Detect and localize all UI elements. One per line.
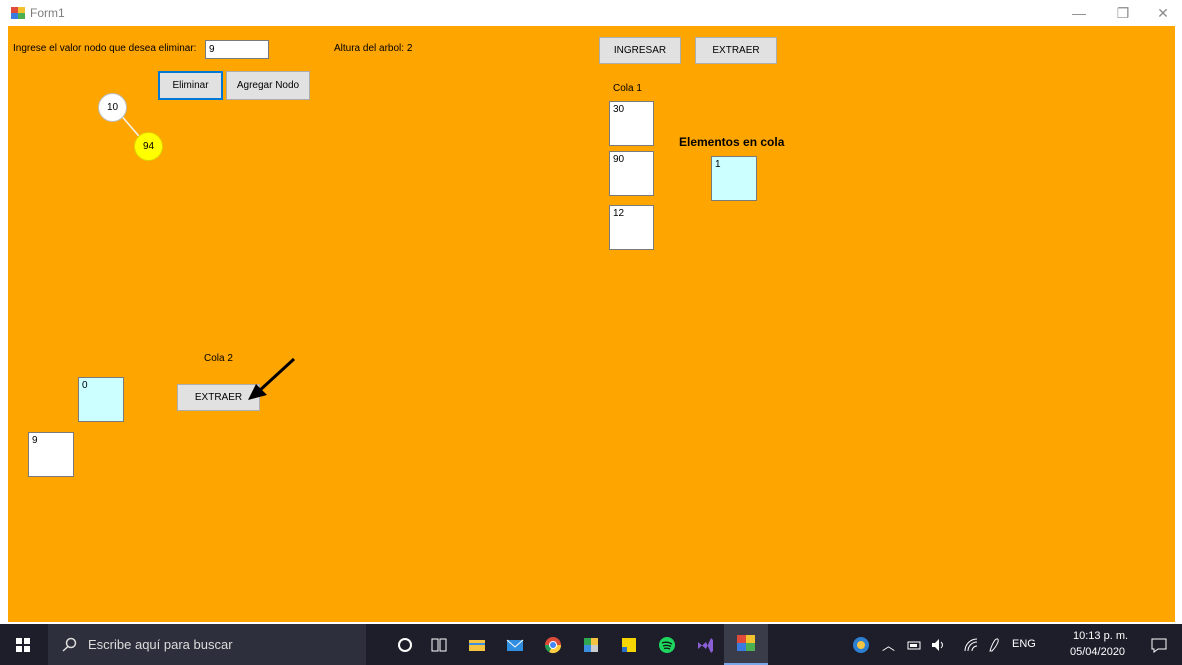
form-client-area: Ingrese el valor nodo que desea eliminar… xyxy=(8,26,1175,622)
cola1-item: 12 xyxy=(609,205,654,250)
spotify-icon[interactable] xyxy=(658,636,676,654)
windows-start-icon[interactable] xyxy=(16,638,30,652)
notifications-icon[interactable] xyxy=(1150,636,1168,654)
taskbar: Escribe aquí para buscar ︿ ENG 10:13 p. … xyxy=(0,624,1182,665)
visual-studio-icon[interactable] xyxy=(696,636,714,654)
chevron-up-icon[interactable]: ︿ xyxy=(882,635,895,654)
battery-icon[interactable] xyxy=(906,636,924,654)
minimize-button[interactable]: — xyxy=(1056,0,1102,26)
tree-node[interactable]: 10 xyxy=(98,93,127,122)
volume-icon[interactable] xyxy=(930,636,948,654)
clock-time[interactable]: 10:13 p. m. xyxy=(1073,630,1128,642)
delete-value-input[interactable] xyxy=(205,40,269,59)
cola1-item: 90 xyxy=(609,151,654,196)
window-title: Form1 xyxy=(30,6,65,20)
search-icon xyxy=(62,637,77,652)
task-view-icon[interactable] xyxy=(430,636,448,654)
wifi-icon[interactable] xyxy=(962,636,980,654)
cola1-item: 30 xyxy=(609,101,654,146)
cola2-label: Cola 2 xyxy=(204,353,233,364)
search-placeholder: Escribe aquí para buscar xyxy=(88,637,233,652)
cola1-label: Cola 1 xyxy=(613,83,642,94)
clock-date[interactable]: 05/04/2020 xyxy=(1070,646,1125,658)
language-indicator[interactable]: ENG xyxy=(1012,638,1036,650)
annotation-arrow-icon xyxy=(248,357,296,400)
cortana-icon[interactable] xyxy=(396,636,414,654)
queue-count-value: 1 xyxy=(711,156,757,201)
close-button[interactable]: ✕ xyxy=(1140,0,1182,26)
chrome-icon[interactable] xyxy=(544,636,562,654)
help-icon[interactable] xyxy=(852,636,870,654)
sticky-notes-icon[interactable] xyxy=(620,636,638,654)
tree-height-label: Altura del arbol: 2 xyxy=(334,43,413,54)
cola2-item: 0 xyxy=(78,377,124,422)
title-bar: Form1 — ❐ ✕ xyxy=(0,0,1182,26)
taskbar-active-app[interactable] xyxy=(724,624,768,665)
pen-icon[interactable] xyxy=(986,636,1004,654)
mail-icon[interactable] xyxy=(506,636,524,654)
file-explorer-icon[interactable] xyxy=(468,636,486,654)
dequeue-button[interactable]: EXTRAER xyxy=(695,37,777,64)
tree-node-highlighted[interactable]: 94 xyxy=(134,132,163,161)
add-node-button[interactable]: Agregar Nodo xyxy=(226,71,310,100)
taskbar-search-box[interactable]: Escribe aquí para buscar xyxy=(48,624,366,665)
queue-count-label: Elementos en cola xyxy=(679,135,785,149)
enqueue-button[interactable]: INGRESAR xyxy=(599,37,681,64)
app-icon xyxy=(11,7,25,19)
cola2-item: 9 xyxy=(28,432,74,477)
app-tiles-icon[interactable] xyxy=(582,636,600,654)
form-app-icon xyxy=(737,635,755,651)
